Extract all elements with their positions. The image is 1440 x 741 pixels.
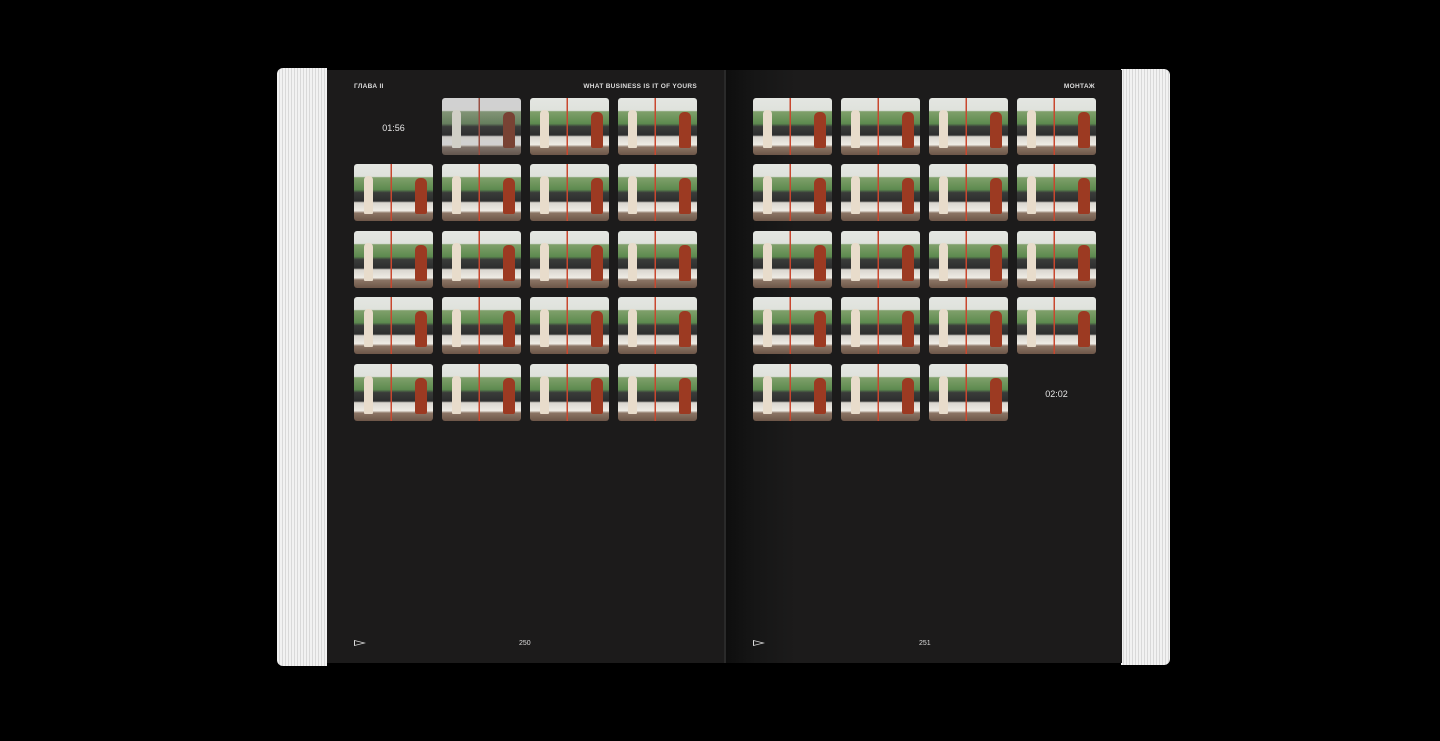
arrow-icon [753,640,765,646]
film-frame [929,164,1008,221]
film-frame [841,364,920,421]
film-frame [1017,231,1096,288]
film-frame [530,231,609,288]
end-timecode: 02:02 [1045,389,1068,399]
film-frame [841,231,920,288]
page-number: 250 [519,640,531,647]
film-frame [354,231,433,288]
film-frame [929,297,1008,354]
film-frame [618,364,697,421]
film-frame [618,164,697,221]
right-page: МОНТАЖ 02:02 251 [726,70,1122,663]
film-frame [929,231,1008,288]
film-frame [442,98,521,155]
page-block-right [1121,69,1170,665]
film-frame [530,98,609,155]
film-frame [1017,164,1096,221]
film-frame [530,164,609,221]
film-frame [841,297,920,354]
film-frame [1017,98,1096,155]
film-frame [442,231,521,288]
page-block-left [277,68,327,666]
film-frame [530,297,609,354]
film-frame [753,231,832,288]
arrow-icon [354,640,366,646]
film-frame [753,164,832,221]
film-frame [929,364,1008,421]
running-title: WHAT BUSINESS IS IT OF YOURS [583,83,697,90]
page-number: 251 [919,640,931,647]
section-label: МОНТАЖ [1063,83,1095,90]
film-frame [530,364,609,421]
film-frame [354,297,433,354]
film-frame [841,98,920,155]
start-timecode: 01:56 [382,123,405,133]
film-frame [618,98,697,155]
film-frame [442,297,521,354]
chapter-label: ГЛАВА II [354,83,384,90]
film-frame [753,364,832,421]
film-frame [354,364,433,421]
film-frame [841,164,920,221]
film-frame [442,364,521,421]
film-frame [618,231,697,288]
film-frame [1017,297,1096,354]
film-frame [753,297,832,354]
film-frame [354,164,433,221]
film-frame [753,98,832,155]
film-frame [618,297,697,354]
film-frame [929,98,1008,155]
film-frame [442,164,521,221]
left-page: ГЛАВА II WHAT BUSINESS IS IT OF YOURS 01… [327,70,725,663]
